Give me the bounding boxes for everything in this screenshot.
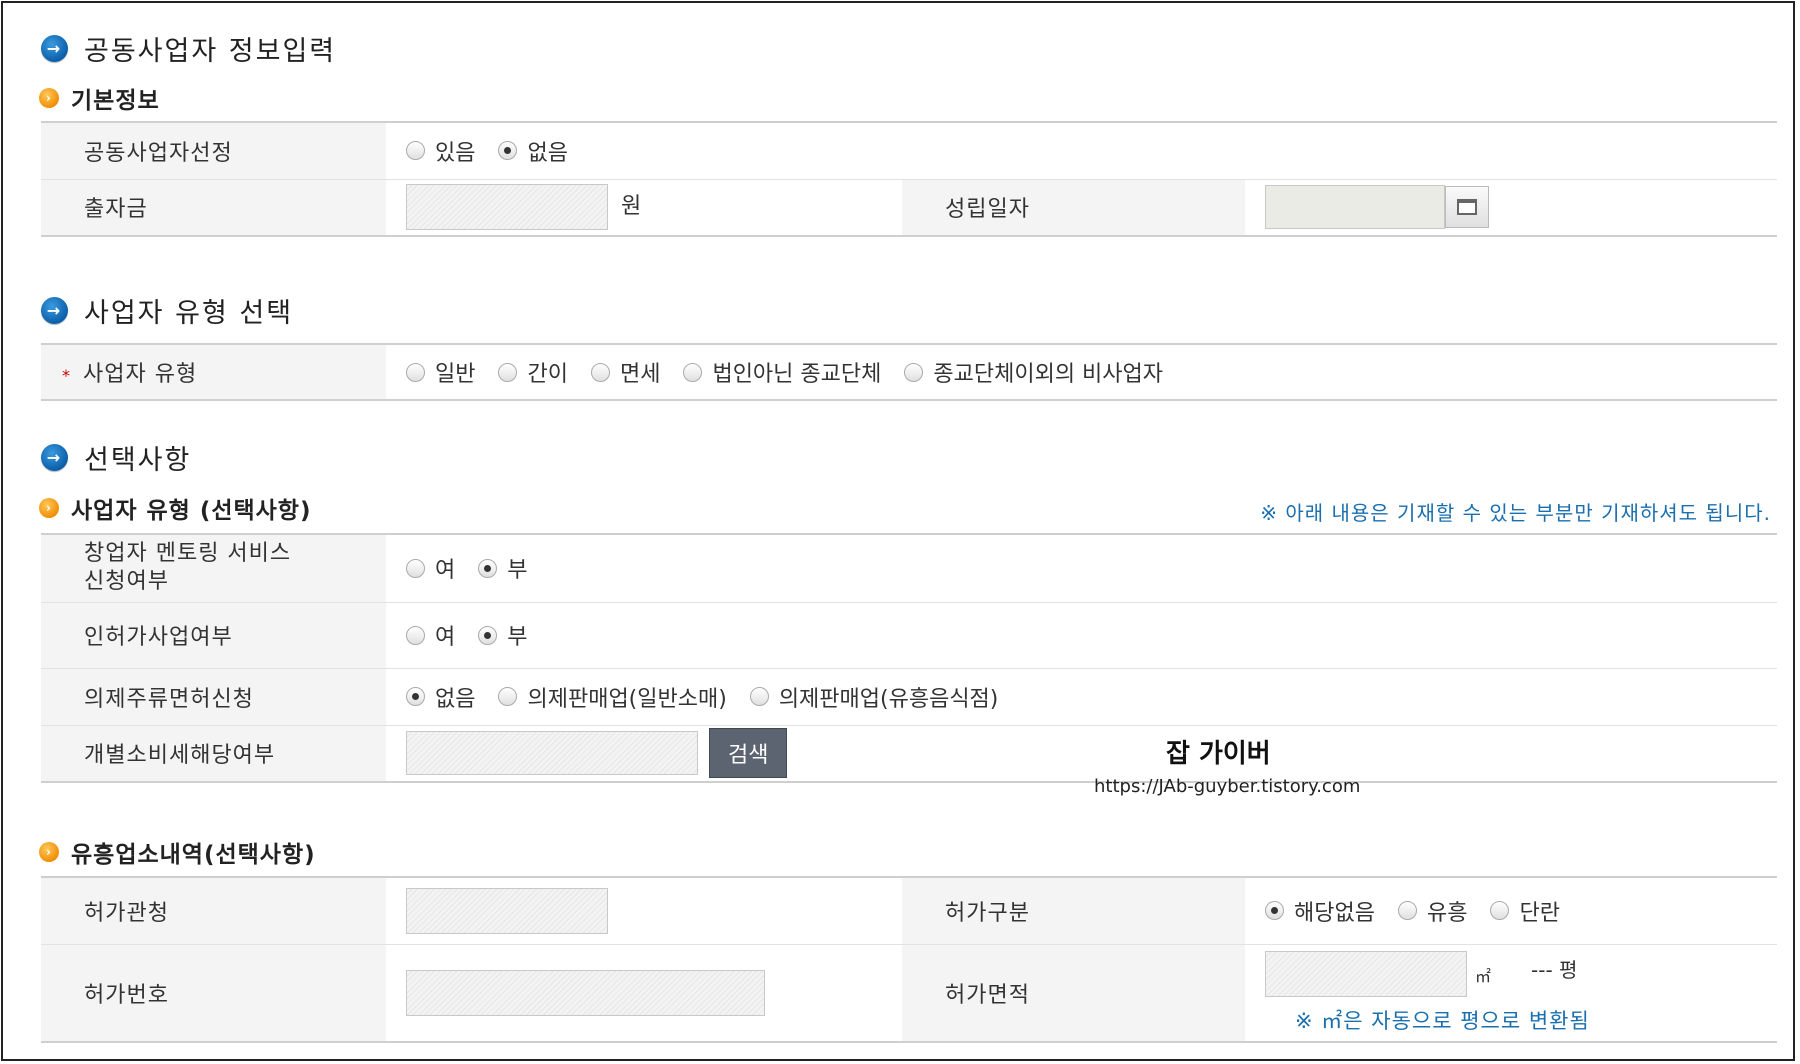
permit-area-input[interactable] [1265, 950, 1467, 997]
radio-simple[interactable]: 간이 [498, 356, 568, 388]
liquor-license-options: 없음 의제판매업(일반소매) 의제판매업(유흥음식점) [386, 667, 1777, 725]
biztype-label-cell: * 사업자 유형 [41, 343, 386, 400]
radio-permit-none[interactable]: 해당없음 [1265, 895, 1375, 927]
establish-date-input[interactable] [1265, 185, 1445, 230]
radio-permit-karaoke[interactable]: 단란 [1490, 895, 1560, 927]
radio-yes[interactable]: 있음 [406, 135, 475, 167]
mentoring-label-cell: 창업자 멘토링 서비스 신청여부 [41, 533, 386, 602]
chevron-circle-icon: › [39, 498, 59, 518]
capital-cell: 원 [386, 178, 902, 236]
radio-mentoring-no[interactable]: 부 [478, 552, 528, 584]
establish-date-cell [1245, 178, 1777, 236]
watermark-title: 잡 가이버 [1166, 739, 1271, 769]
section-title-text: 사업자 유형 선택 [84, 298, 294, 329]
section-title-text: 공동사업자 정보입력 [84, 36, 337, 67]
capital-label: 출자금 [41, 178, 386, 236]
chevron-circle-icon: › [39, 88, 59, 108]
permit-office-cell [386, 876, 902, 944]
mentoring-options: 여 부 [386, 533, 1777, 602]
area-convert-note: ※ ㎡은 자동으로 평으로 변환됨 [1295, 1008, 1590, 1033]
subsection-entertainment: › 유흥업소내역(선택사항) [39, 835, 316, 869]
calendar-icon[interactable] [1445, 186, 1489, 229]
arrow-circle-icon: → [41, 444, 68, 471]
subsection-basic-info: › 기본정보 [39, 81, 160, 115]
required-mark: * [62, 366, 71, 385]
capital-unit: 원 [621, 194, 642, 220]
joint-select-label: 공동사업자선정 [41, 121, 386, 179]
arrow-circle-icon: → [41, 35, 68, 62]
radio-license-no[interactable]: 부 [478, 619, 528, 651]
radio-liquor-retail[interactable]: 의제판매업(일반소매) [498, 681, 727, 713]
entertainment-table: 허가관청 허가구분 해당없음 유흥 단란 허가번호 허가면적 ㎡ --- 평 ※… [41, 876, 1777, 1043]
excise-tax-input[interactable] [406, 731, 698, 776]
radio-general[interactable]: 일반 [406, 356, 475, 388]
permit-number-input[interactable] [406, 969, 765, 1016]
pyeong-value: --- 평 [1531, 957, 1578, 982]
section-title-text: 선택사항 [84, 445, 192, 476]
biztype-table: * 사업자 유형 일반 간이 면세 법인아닌 종교단체 종교단체이외의 비사업자 [41, 343, 1777, 401]
mentoring-label-line1: 창업자 멘토링 서비스 [84, 541, 292, 567]
radio-mentoring-yes[interactable]: 여 [406, 552, 455, 584]
form-page: → 공동사업자 정보입력 › 기본정보 공동사업자선정 있음 없음 출자금 원 … [1, 1, 1795, 1061]
liquor-license-label: 의제주류면허신청 [41, 667, 386, 725]
section-title-biztype: → 사업자 유형 선택 [41, 291, 293, 330]
subsection-title-text: 기본정보 [71, 88, 160, 114]
permit-area-cell: ㎡ --- 평 ※ ㎡은 자동으로 평으로 변환됨 [1245, 943, 1777, 1042]
biztype-options: 일반 간이 면세 법인아닌 종교단체 종교단체이외의 비사업자 [386, 343, 1777, 400]
section-title-optional: → 선택사항 [41, 438, 191, 477]
radio-license-yes[interactable]: 여 [406, 619, 455, 651]
optional-note: ※ 아래 내용은 기재할 수 있는 부분만 기재하셔도 됩니다. [1260, 501, 1771, 525]
excise-tax-label: 개별소비세해당여부 [41, 724, 386, 782]
permit-area-label: 허가면적 [902, 943, 1245, 1042]
sqm-unit: ㎡ [1475, 966, 1492, 986]
radio-permit-entertainment[interactable]: 유흥 [1397, 895, 1467, 927]
subsection-title-text: 유흥업소내역(선택사항) [71, 842, 316, 868]
permit-number-cell [386, 943, 902, 1042]
mentoring-label-line2: 신청여부 [84, 569, 169, 595]
watermark-url: https://JAb-guyber.tistory.com [1094, 776, 1361, 797]
permit-office-input[interactable] [406, 887, 608, 934]
permit-number-label: 허가번호 [41, 943, 386, 1042]
license-biz-label: 인허가사업여부 [41, 601, 386, 668]
permit-type-label: 허가구분 [902, 876, 1245, 944]
radio-nonbusiness[interactable]: 종교단체이외의 비사업자 [904, 356, 1163, 388]
optional-table: 창업자 멘토링 서비스 신청여부 여 부 인허가사업여부 여 부 의제주류면허신… [41, 533, 1777, 783]
permit-office-label: 허가관청 [41, 876, 386, 944]
license-biz-options: 여 부 [386, 601, 1777, 668]
search-button[interactable]: 검색 [709, 728, 788, 779]
section-title-joint: → 공동사업자 정보입력 [41, 29, 336, 68]
establish-date-label: 성립일자 [902, 178, 1245, 236]
radio-liquor-entertainment[interactable]: 의제판매업(유흥음식점) [749, 681, 998, 713]
subsection-biztype-optional: › 사업자 유형 (선택사항) [39, 491, 311, 525]
subsection-title-text: 사업자 유형 (선택사항) [71, 498, 312, 524]
permit-type-options: 해당없음 유흥 단란 [1245, 876, 1777, 944]
radio-religious[interactable]: 법인아닌 종교단체 [683, 356, 881, 388]
basic-info-table: 공동사업자선정 있음 없음 출자금 원 성립일자 [41, 121, 1777, 237]
radio-liquor-none[interactable]: 없음 [406, 681, 475, 713]
radio-exempt[interactable]: 면세 [590, 356, 660, 388]
biztype-label: 사업자 유형 [83, 362, 198, 387]
joint-select-cell: 있음 없음 [386, 121, 1777, 179]
chevron-circle-icon: › [39, 842, 59, 862]
capital-input[interactable] [406, 184, 608, 231]
arrow-circle-icon: → [41, 297, 68, 324]
radio-no[interactable]: 없음 [498, 135, 568, 167]
excise-tax-cell: 검색 [386, 724, 1777, 782]
